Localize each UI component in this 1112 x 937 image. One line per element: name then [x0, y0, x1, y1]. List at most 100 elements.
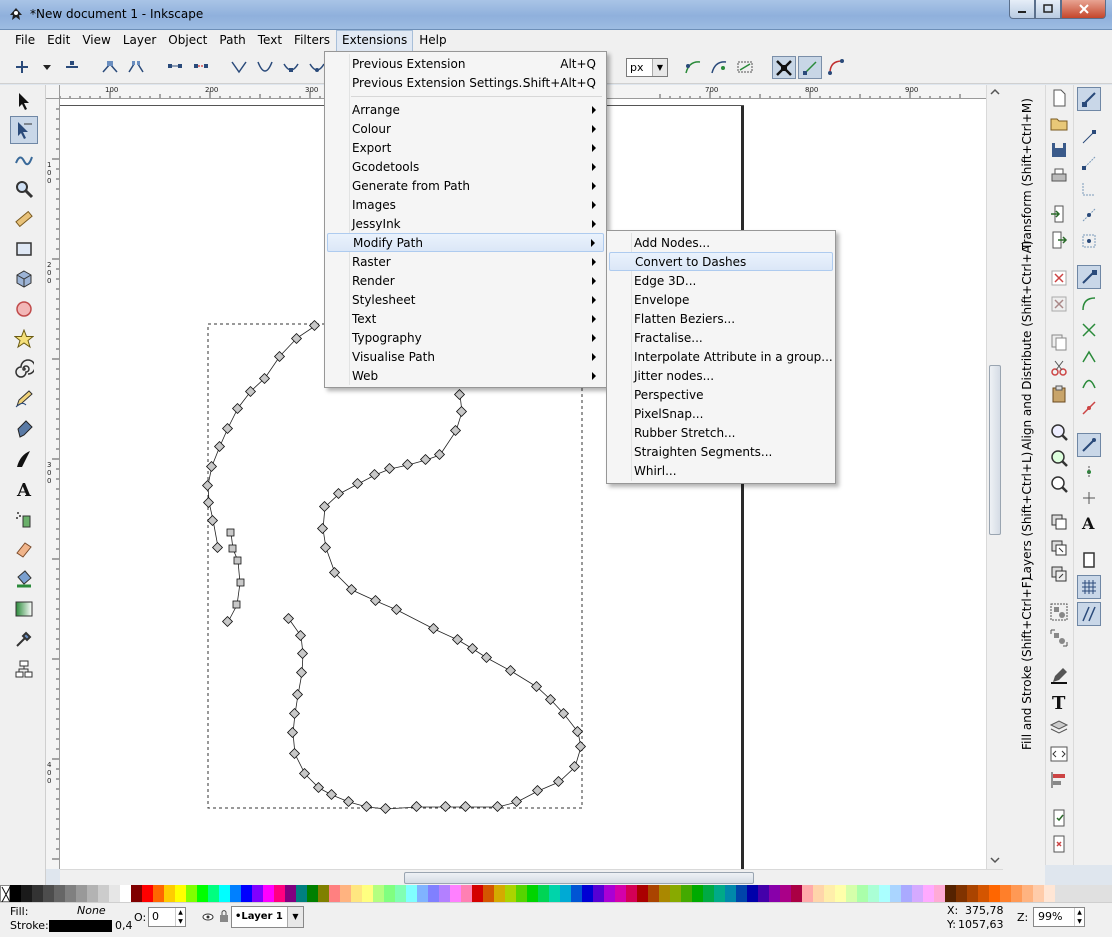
menu-filters[interactable]: Filters [288, 30, 336, 52]
menu-view[interactable]: View [76, 30, 116, 52]
redo-icon[interactable] [1049, 294, 1069, 314]
menu-item-flatten-beziers[interactable]: Flatten Beziers... [609, 310, 833, 329]
snap-page-border-icon[interactable] [1077, 548, 1101, 572]
palette-swatch[interactable] [956, 885, 967, 902]
palette-swatch[interactable] [98, 885, 109, 902]
palette-swatch[interactable] [87, 885, 98, 902]
snap-intersection-icon[interactable] [1077, 318, 1101, 342]
palette-swatch[interactable] [208, 885, 219, 902]
join-nodes-icon[interactable] [100, 57, 120, 77]
menu-item-typography[interactable]: Typography [327, 329, 604, 348]
snap-bbox-midpoint-icon[interactable] [1077, 203, 1101, 227]
palette-swatch[interactable] [527, 885, 538, 902]
menu-item-whirl[interactable]: Whirl... [609, 462, 833, 481]
palette-swatch[interactable] [791, 885, 802, 902]
palette-swatch[interactable] [648, 885, 659, 902]
palette-swatch[interactable] [813, 885, 824, 902]
palette-swatch[interactable] [296, 885, 307, 902]
stroke-swatch[interactable] [49, 920, 112, 932]
zoom-page-icon[interactable] [1049, 474, 1069, 494]
menu-item-add-nodes[interactable]: Add Nodes... [609, 234, 833, 253]
rectangle-tool[interactable] [10, 235, 38, 263]
unit-select[interactable]: px ▼ [626, 58, 668, 77]
menu-item-visualise-path[interactable]: Visualise Path [327, 348, 604, 367]
palette-swatch[interactable] [406, 885, 417, 902]
palette-swatch[interactable] [681, 885, 692, 902]
minimize-button[interactable] [1009, 0, 1035, 19]
pen-tool[interactable] [10, 415, 38, 443]
menu-item-raster[interactable]: Raster [327, 253, 604, 272]
palette-swatch[interactable] [230, 885, 241, 902]
menu-item-web[interactable]: Web [327, 367, 604, 386]
show-transform-handles-toggle[interactable] [772, 56, 796, 79]
layers-icon[interactable] [1049, 718, 1069, 738]
palette-swatch[interactable] [582, 885, 593, 902]
palette-swatch[interactable] [1033, 885, 1044, 902]
palette-swatch[interactable] [197, 885, 208, 902]
delete-segment-icon[interactable] [191, 57, 211, 77]
path-effects-icon[interactable] [826, 57, 846, 77]
palette-swatch[interactable] [923, 885, 934, 902]
group-icon[interactable] [1049, 602, 1069, 622]
eye-visibility-icon[interactable] [202, 911, 214, 923]
palette-swatch[interactable] [879, 885, 890, 902]
palette-swatch[interactable] [802, 885, 813, 902]
palette-swatch[interactable] [758, 885, 769, 902]
menu-item-export[interactable]: Export [327, 139, 604, 158]
palette-swatch[interactable] [868, 885, 879, 902]
palette-swatch[interactable] [659, 885, 670, 902]
menu-path[interactable]: Path [213, 30, 251, 52]
palette-swatch[interactable] [692, 885, 703, 902]
selector-tool[interactable] [10, 87, 38, 115]
layer-select[interactable]: •Layer 1 ▼ [231, 906, 304, 928]
snap-midpoint-icon[interactable] [1077, 396, 1101, 420]
dropper-tool[interactable] [10, 625, 38, 653]
menu-item-rubber-stretch[interactable]: Rubber Stretch... [609, 424, 833, 443]
menu-extensions[interactable]: Extensions [336, 30, 414, 52]
menu-item-perspective[interactable]: Perspective [609, 386, 833, 405]
menu-item-stylesheet[interactable]: Stylesheet [327, 291, 604, 310]
palette-swatch[interactable] [21, 885, 32, 902]
fill-value[interactable]: None [77, 904, 106, 917]
lock-icon[interactable] [218, 909, 230, 923]
palette-swatch[interactable] [560, 885, 571, 902]
palette-swatch[interactable] [439, 885, 450, 902]
palette-swatch[interactable] [516, 885, 527, 902]
menu-item-envelope[interactable]: Envelope [609, 291, 833, 310]
palette-swatch[interactable] [1022, 885, 1033, 902]
3d-box-tool[interactable] [10, 265, 38, 293]
palette-swatch[interactable] [153, 885, 164, 902]
tweak-tool[interactable] [10, 145, 38, 173]
snap-rotation-center-icon[interactable] [1077, 486, 1101, 510]
snap-object-midpoint-icon[interactable] [1077, 460, 1101, 484]
palette-swatch[interactable] [54, 885, 65, 902]
show-bezier-handles-toggle[interactable] [798, 56, 822, 79]
palette-swatch[interactable] [461, 885, 472, 902]
menu-object[interactable]: Object [162, 30, 213, 52]
menu-item-pixelsnap[interactable]: PixelSnap... [609, 405, 833, 424]
palette-swatch[interactable] [263, 885, 274, 902]
menu-item-edge-3d[interactable]: Edge 3D... [609, 272, 833, 291]
palette-swatch[interactable] [10, 885, 21, 902]
spray-tool[interactable] [10, 505, 38, 533]
ellipse-tool[interactable] [10, 295, 38, 323]
duplicate-icon[interactable] [1049, 512, 1069, 532]
palette-swatch[interactable] [736, 885, 747, 902]
palette-swatch[interactable] [362, 885, 373, 902]
palette-swatch[interactable] [890, 885, 901, 902]
no-paint-swatch[interactable] [0, 885, 11, 903]
snap-smooth-icon[interactable] [1077, 370, 1101, 394]
palette-swatch[interactable] [901, 885, 912, 902]
palette-swatch[interactable] [65, 885, 76, 902]
calligraphy-tool[interactable] [10, 445, 38, 473]
palette-swatch[interactable] [945, 885, 956, 902]
palette-swatch[interactable] [175, 885, 186, 902]
palette-swatch[interactable] [505, 885, 516, 902]
paste-icon[interactable] [1049, 384, 1069, 404]
palette-swatch[interactable] [164, 885, 175, 902]
show-mask-icon[interactable] [735, 57, 755, 77]
palette-swatch[interactable] [186, 885, 197, 902]
palette-swatch[interactable] [1011, 885, 1022, 902]
import-icon[interactable] [1049, 204, 1069, 224]
stroke-width-value[interactable]: 0,4 [115, 919, 133, 932]
